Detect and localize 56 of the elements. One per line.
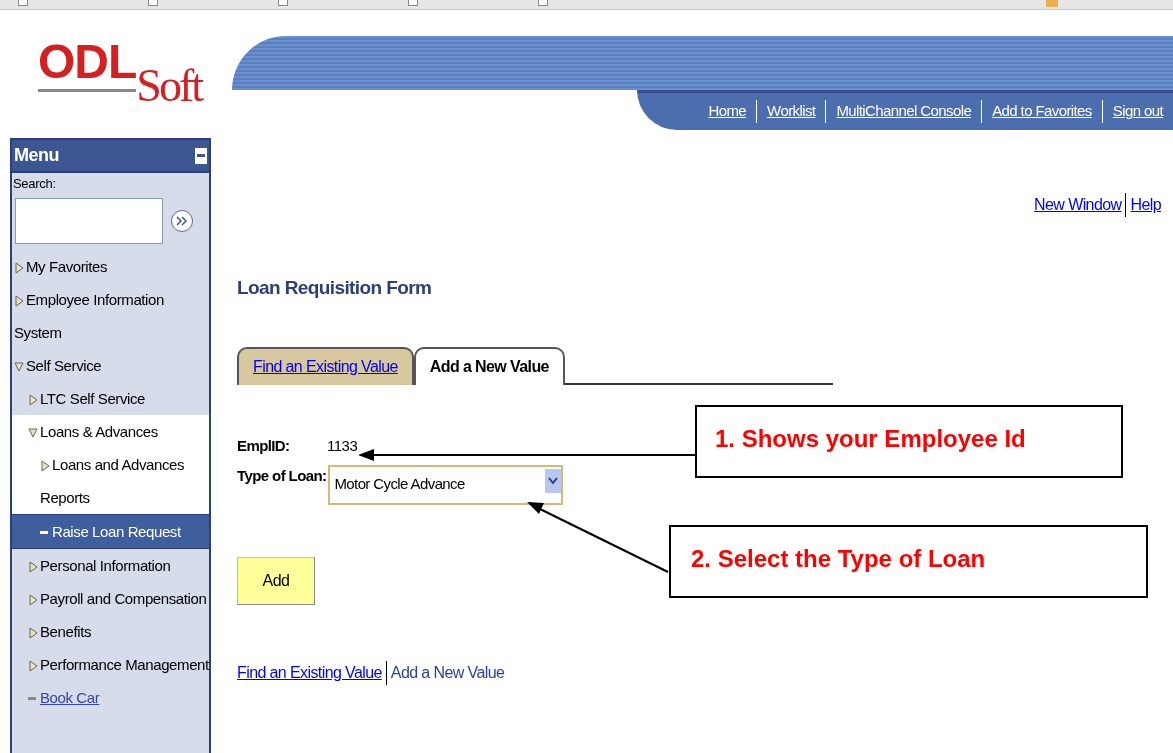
caret-right-icon [14, 261, 24, 274]
caret-right-icon [28, 593, 38, 606]
sidebar-item[interactable]: Employee Information System [12, 282, 209, 349]
menu-title: Menu [14, 144, 59, 167]
sidebar-item[interactable]: Personal Information [12, 548, 209, 582]
page-icon [408, 0, 418, 6]
nav-link[interactable]: Sign out [1112, 100, 1163, 123]
page-icon [148, 0, 158, 6]
sidebar-item[interactable]: Loans & Advances [12, 414, 209, 448]
form-link[interactable]: Find an Existing Value [237, 660, 382, 685]
field-value: 1133 [327, 436, 358, 457]
dash-icon [40, 531, 48, 535]
sidebar-item[interactable]: LTC Self Service [12, 381, 209, 415]
add-button[interactable]: Add [237, 556, 315, 605]
logo: ODLSoft [38, 36, 201, 113]
nav-link[interactable]: MultiChannel Console [836, 100, 972, 123]
sidebar-item[interactable]: Raise Loan Request [12, 513, 209, 549]
field-label: Type of Loan: [237, 465, 327, 486]
caret-down-icon [14, 360, 24, 373]
caret-right-icon [28, 393, 38, 406]
sidebar-item[interactable]: Loans and Advances Reports [12, 447, 209, 514]
page-icon [278, 0, 288, 6]
folder-icon [1046, 0, 1058, 7]
page-icon [538, 0, 548, 6]
caret-right-icon [28, 560, 38, 573]
collapse-icon[interactable] [195, 147, 207, 164]
tab[interactable]: Add a New Value [413, 346, 565, 385]
caret-down-icon [28, 426, 38, 439]
search-field[interactable] [15, 197, 163, 244]
sidebar-item[interactable]: My Favorites [12, 249, 209, 283]
caret-right-icon [14, 294, 24, 307]
form-title: Loan Requisition Form [237, 276, 433, 300]
nav-link[interactable]: Home [708, 100, 747, 123]
nav-link[interactable]: Add to Favorites [992, 100, 1092, 123]
nav-link[interactable]: Worklist [767, 100, 816, 123]
caret-right-icon [28, 626, 38, 639]
chevron-down-icon [545, 468, 562, 493]
search-label: Search: [12, 175, 57, 193]
caret-right-icon [40, 459, 50, 472]
field-label: EmplID: [237, 436, 291, 457]
page-link[interactable]: Help [1125, 193, 1161, 217]
caret-right-icon [28, 659, 38, 672]
go-icon[interactable] [171, 209, 193, 232]
callout-box: 2. Select the Type of Loan [669, 525, 1148, 598]
loan-type-dropdown[interactable]: Motor Cycle Advance [328, 464, 564, 505]
page-icon [18, 0, 28, 6]
sidebar-item[interactable]: Performance Management [12, 647, 209, 681]
sidebar-item[interactable]: Payroll and Compensation [12, 581, 209, 615]
form-link[interactable]: Add a New Value [385, 660, 505, 685]
dash-icon [28, 697, 36, 701]
sidebar-item[interactable]: Self Service [12, 348, 209, 382]
callout-box: 1. Shows your Employee Id [695, 405, 1123, 478]
sidebar-item[interactable]: Book Car [12, 680, 209, 714]
tab[interactable]: Find an Existing Value [237, 346, 414, 385]
page-link[interactable]: New Window [1034, 193, 1122, 217]
sidebar-item[interactable]: Benefits [12, 614, 209, 648]
